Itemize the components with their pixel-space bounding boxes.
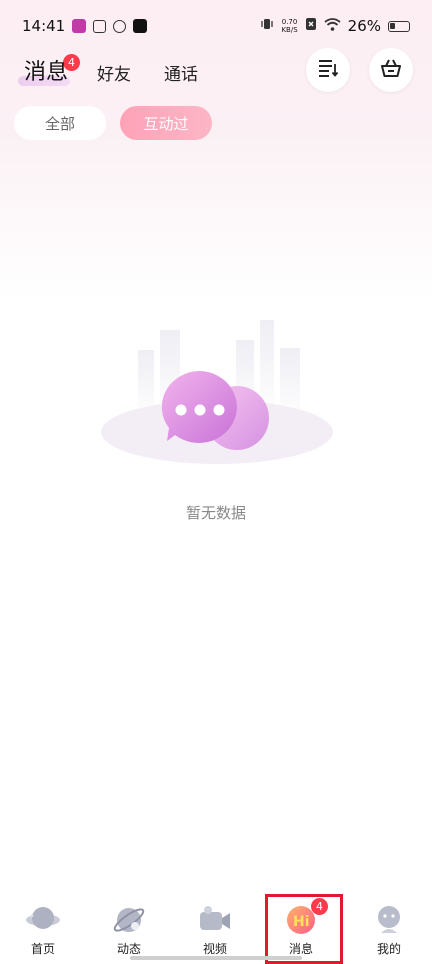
status-bar: 14:41 0.70 KB/S 26% <box>0 0 432 52</box>
tab-messages-label: 消息 <box>24 60 69 85</box>
basket-button[interactable] <box>369 48 413 92</box>
home-indicator[interactable] <box>130 956 302 960</box>
app-notification-icon <box>72 19 87 33</box>
nav-item-feed[interactable]: 动态 <box>86 896 172 964</box>
link-notification-icon <box>113 19 127 33</box>
battery-percent: 26% <box>347 17 381 35</box>
net-speed-unit: KB/S <box>281 26 298 34</box>
bottom-nav: 首页 动态 视频 Hi 4 消息 我的 <box>0 896 432 964</box>
net-speed-value: 0.70 <box>281 18 298 26</box>
orbit-icon <box>111 904 147 936</box>
sort-list-button[interactable] <box>306 48 350 92</box>
tab-friends[interactable]: 好友 <box>97 60 131 85</box>
net-speed: 0.70 KB/S <box>281 18 297 34</box>
nav-label-profile: 我的 <box>376 942 401 956</box>
basket-icon <box>380 58 402 82</box>
status-time: 14:41 <box>22 17 66 35</box>
status-right: 0.70 KB/S 26% <box>260 17 410 35</box>
nav-label-home: 首页 <box>30 942 55 956</box>
nav-item-home[interactable]: 首页 <box>0 896 86 964</box>
empty-state-text: 暂无数据 <box>185 504 246 522</box>
filter-all[interactable]: 全部 <box>14 106 106 140</box>
wifi-icon <box>324 17 341 35</box>
nav-label-video: 视频 <box>202 942 227 956</box>
tiktok-notification-icon <box>133 19 148 33</box>
nav-item-profile[interactable]: 我的 <box>346 896 432 964</box>
empty-state-illustration <box>100 310 334 470</box>
nav-label-feed: 动态 <box>116 942 141 956</box>
status-left: 14:41 <box>22 17 148 35</box>
messages-highlight-box <box>265 894 343 964</box>
video-camera-icon <box>197 904 233 936</box>
tab-calls[interactable]: 通话 <box>164 60 198 85</box>
planet-icon <box>25 904 61 936</box>
list-sort-icon <box>317 58 339 82</box>
vibrate-icon <box>260 17 274 35</box>
profile-icon <box>371 904 407 936</box>
mail-notification-icon <box>93 19 107 33</box>
filter-interacted[interactable]: 互动过 <box>120 106 212 140</box>
nav-item-video[interactable]: 视频 <box>172 896 258 964</box>
battery-icon <box>388 20 410 32</box>
tab-messages[interactable]: 消息 <box>24 54 68 86</box>
no-sim-icon <box>305 17 317 35</box>
